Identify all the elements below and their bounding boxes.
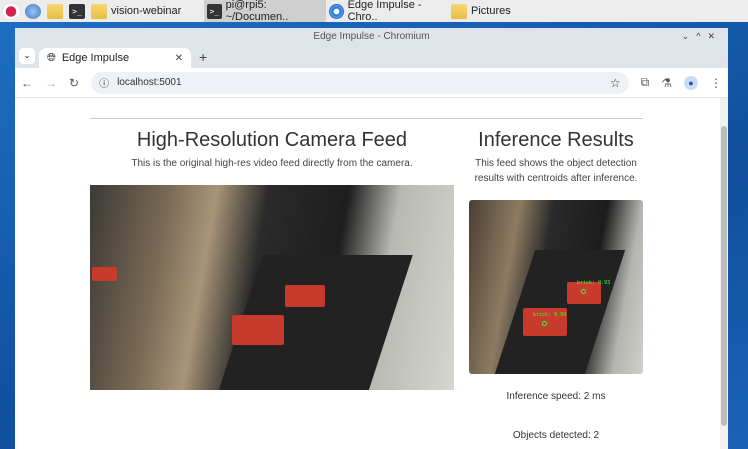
back-button[interactable]: ← [21,76,33,90]
bookmark-star-icon[interactable]: ☆ [610,76,621,90]
globe-icon: 🌐︎ [47,51,56,64]
browser-icon [25,3,41,19]
taskbar-label: vision-webinar [111,5,182,17]
page-content: High-Resolution Camera Feed This is the … [15,98,720,449]
close-tab-icon[interactable]: ✕ [175,53,183,64]
url-text: localhost:5001 [117,77,182,88]
folder-icon [91,3,107,19]
file-manager-launcher[interactable] [44,0,66,22]
taskbar-window-pictures[interactable]: Pictures [448,0,514,22]
browser-window: Edge Impulse - Chromium ⌄^✕ ⌄ 🌐︎ Edge Im… [15,28,728,449]
scrollbar[interactable] [720,98,728,449]
terminal-icon: >_ [69,3,85,19]
taskbar-window-terminal[interactable]: >_ pi@rpi5: ~/Documen.. [204,0,326,23]
inference-section: Inference Results This feed shows the ob… [469,129,643,186]
tab-search-button[interactable]: ⌄ [19,48,35,64]
detection-label: brick: 0.93 [577,280,611,286]
raspberry-menu-icon [3,3,19,19]
divider [90,118,643,119]
inference-speed: Inference speed: 2 ms [506,391,606,402]
taskbar-label: Pictures [471,5,511,17]
inference-image: brick: 0.93 brick: 0.99 [469,200,643,374]
folder-icon [47,3,63,19]
camera-feed-title: High-Resolution Camera Feed [136,129,408,151]
detection-label: brick: 0.99 [533,312,567,318]
terminal-launcher[interactable]: >_ [66,0,88,22]
centroid-marker [581,289,586,294]
taskbar-label: pi@rpi5: ~/Documen.. [225,0,289,23]
centroid-marker [542,321,547,326]
minimize-button[interactable]: ⌄ [682,31,697,41]
tab-edge-impulse[interactable]: 🌐︎ Edge Impulse ✕ [39,48,191,68]
browser-toolbar: ← → ↻ ⓘ localhost:5001 ☆ ⧉ ⚗ ● ⋮ [15,68,728,98]
address-bar[interactable]: ⓘ localhost:5001 ☆ [91,71,629,94]
menu-kebab-icon[interactable]: ⋮ [710,76,722,90]
new-tab-button[interactable]: + [199,49,207,65]
scrollbar-thumb[interactable] [721,126,727,426]
camera-feed-subtitle: This is the original high-res video feed… [131,158,413,169]
taskbar-label: Edge Impulse - Chro.. [347,0,422,23]
taskbar-window-chromium[interactable]: Edge Impulse - Chro.. [326,0,448,23]
inference-title: Inference Results [478,129,634,151]
browser-launcher[interactable] [22,0,44,22]
objects-detected: Objects detected: 2 [512,430,600,441]
window-title: Edge Impulse - Chromium [313,31,430,42]
taskbar-window-vision-webinar[interactable]: vision-webinar [88,0,204,22]
tab-strip: ⌄ 🌐︎ Edge Impulse ✕ + [15,45,728,68]
extensions-icon[interactable]: ⧉ [641,75,650,90]
camera-feed-image [90,185,454,390]
tab-title: Edge Impulse [61,52,130,64]
window-titlebar: Edge Impulse - Chromium ⌄^✕ [15,28,728,45]
profile-avatar[interactable]: ● [684,75,698,90]
inference-subtitle: This feed shows the object detection res… [474,158,638,184]
close-window-button[interactable]: ✕ [707,31,722,41]
info-icon[interactable]: ⓘ [99,75,109,90]
folder-icon [451,3,467,19]
taskbar: >_ vision-webinar >_ pi@rpi5: ~/Documen..… [0,0,748,23]
labs-flask-icon[interactable]: ⚗ [661,76,672,90]
reload-button[interactable]: ↻ [69,76,79,90]
chromium-icon [329,3,344,19]
raspberry-menu-button[interactable] [0,0,22,22]
brick [92,267,117,281]
maximize-button[interactable]: ^ [696,31,707,41]
brick [232,315,284,345]
terminal-icon: >_ [207,3,222,19]
brick [285,285,325,307]
camera-feed-section: High-Resolution Camera Feed This is the … [90,129,454,171]
forward-button[interactable]: → [45,76,57,90]
